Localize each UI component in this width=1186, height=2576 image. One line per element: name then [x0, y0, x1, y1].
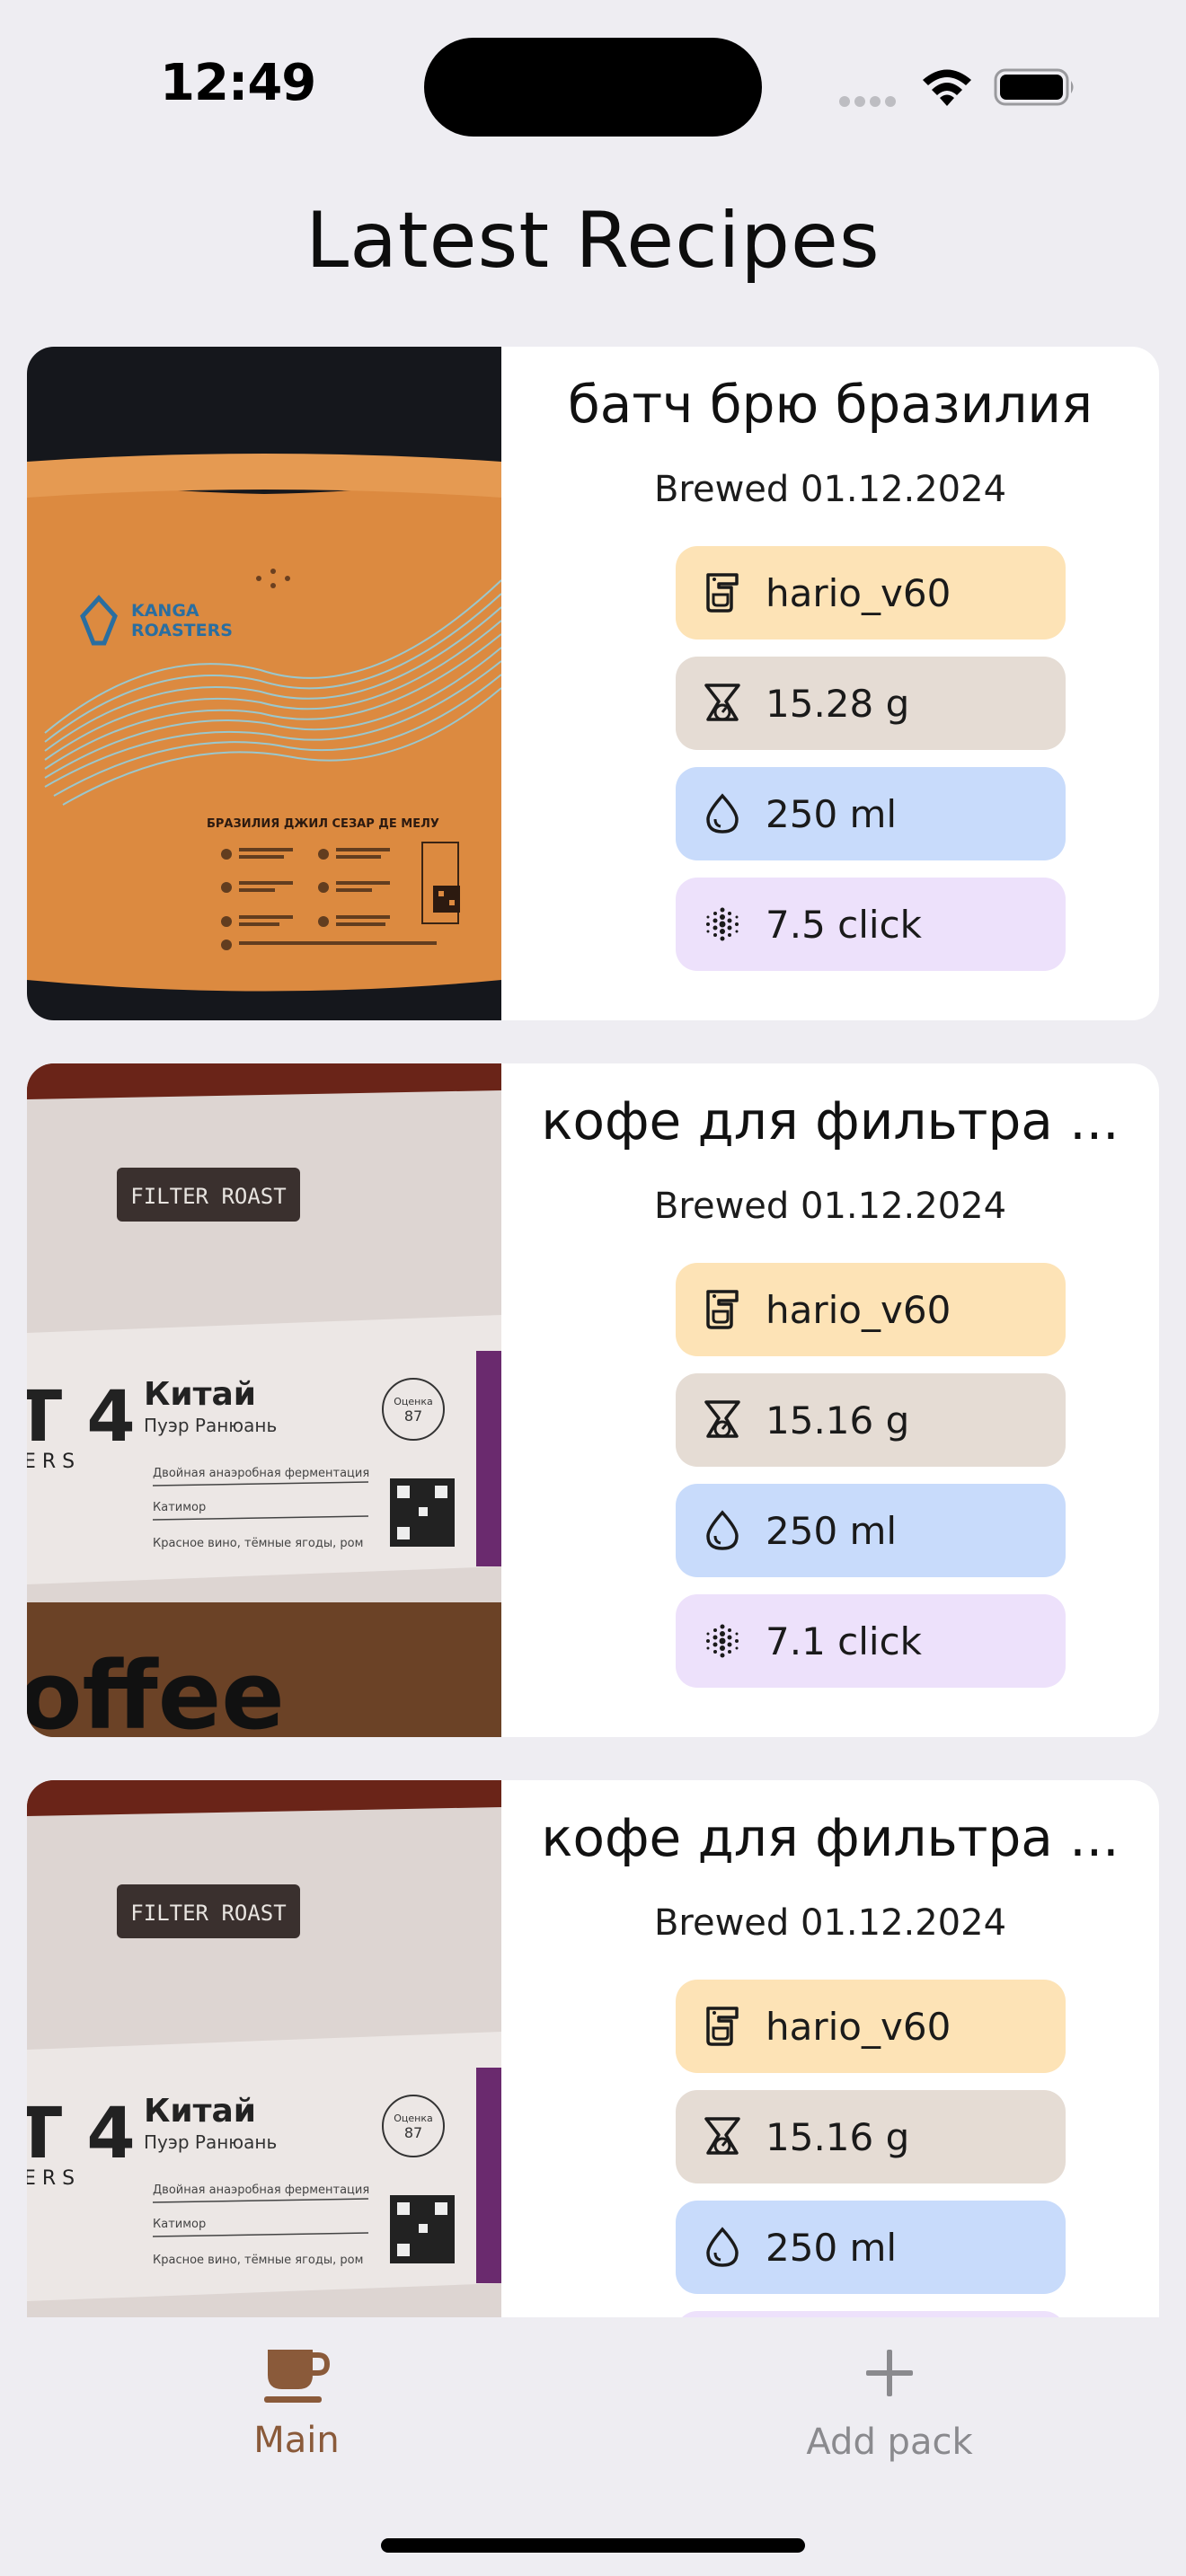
svg-text:87: 87	[404, 1407, 422, 1425]
svg-text:Двойная анаэробная ферментация: Двойная анаэробная ферментация	[153, 2183, 369, 2197]
bag-big-text: offee	[27, 1641, 285, 1737]
grind-label: 7.5 click	[766, 902, 922, 947]
grind-dots-icon	[706, 907, 739, 941]
dose-chip: 15.28 g	[676, 657, 1066, 750]
water-drop-icon	[706, 2227, 739, 2267]
scale-icon	[704, 1400, 740, 1438]
recipe-card[interactable]: FILTER ROAST T 4 E R S Китай Пуэр Ранюан…	[27, 1063, 1159, 1737]
tab-bar: Main Add pack	[0, 2317, 1186, 2576]
brewer-chip: hario_v60	[676, 1980, 1066, 2073]
svg-text:ROASTERS: ROASTERS	[131, 621, 233, 640]
bag-brand-text: KANGA	[131, 601, 199, 621]
bag-tag-text: FILTER ROAST	[130, 1184, 286, 1209]
recipe-title: кофе для фильтра ...	[541, 1807, 1120, 1868]
recipe-title: батч брю бразилия	[568, 374, 1093, 435]
grind-label: 7.1 click	[766, 1619, 922, 1663]
svg-text:Оценка: Оценка	[394, 2113, 433, 2124]
water-label: 250 ml	[766, 1508, 898, 1553]
water-drop-icon	[706, 1510, 739, 1550]
svg-text:Катимор: Катимор	[153, 1501, 206, 1514]
plus-icon	[866, 2350, 913, 2396]
water-chip: 250 ml	[676, 2201, 1066, 2294]
dose-label: 15.28 g	[766, 681, 910, 726]
dose-label: 15.16 g	[766, 2114, 910, 2159]
recipe-card[interactable]: KANGA ROASTERS БРАЗИЛИЯ ДЖИЛ СЕЗАР ДЕ МЕ…	[27, 347, 1159, 1020]
water-chip: 250 ml	[676, 1484, 1066, 1577]
brewer-chip: hario_v60	[676, 1263, 1066, 1356]
scale-icon	[704, 684, 740, 721]
brew-date: Brewed 01.12.2024	[653, 1186, 1007, 1227]
dose-label: 15.16 g	[766, 1398, 910, 1442]
cellular-signal-icon	[839, 93, 900, 110]
water-chip: 250 ml	[676, 767, 1066, 860]
water-label: 250 ml	[766, 791, 898, 836]
tab-add-pack[interactable]: Add pack	[710, 2344, 1069, 2463]
brew-date: Brewed 01.12.2024	[653, 1902, 1007, 1944]
svg-text:Катимор: Катимор	[153, 2218, 206, 2231]
water-label: 250 ml	[766, 2225, 898, 2270]
svg-text:Оценка: Оценка	[394, 1396, 433, 1407]
brewer-label: hario_v60	[766, 2004, 951, 2049]
svg-text:E R S: E R S	[27, 2167, 75, 2190]
tab-main[interactable]: Main	[117, 2344, 476, 2461]
recipe-card-body: батч брю бразилия Brewed 01.12.2024 hari…	[501, 347, 1159, 1020]
scale-icon	[704, 2117, 740, 2155]
svg-text:Пуэр Ранюань: Пуэр Ранюань	[144, 2131, 277, 2153]
bag-origin-text: Китай	[144, 2093, 256, 2130]
svg-text:T 4: T 4	[27, 1377, 136, 1458]
grind-dots-icon	[706, 1624, 739, 1658]
status-bar: 12:49	[0, 0, 1186, 171]
recipe-feed[interactable]: KANGA ROASTERS БРАЗИЛИЯ ДЖИЛ СЕЗАР ДЕ МЕ…	[0, 347, 1186, 2317]
grind-chip: 7.1 click	[676, 1594, 1066, 1688]
coffee-bag-photo: FILTER ROAST T 4 E R S Китай Пуэр Ранюан…	[27, 1063, 501, 1737]
svg-text:87: 87	[404, 2124, 422, 2141]
wifi-icon	[923, 69, 971, 106]
grind-chip	[676, 2311, 1066, 2317]
recipe-title: кофе для фильтра ...	[541, 1090, 1120, 1151]
recipe-card-body: кофе для фильтра ... Brewed 01.12.2024 h…	[501, 1780, 1159, 2317]
svg-text:Красное вино, тёмные ягоды, ро: Красное вино, тёмные ягоды, ром	[153, 2254, 363, 2267]
svg-text:Красное вино, тёмные ягоды, ро: Красное вино, тёмные ягоды, ром	[153, 1537, 363, 1550]
brewer-chip: hario_v60	[676, 546, 1066, 640]
bag-origin-text: Китай	[144, 1376, 256, 1413]
brewer-label: hario_v60	[766, 1287, 951, 1332]
recipe-card-body: кофе для фильтра ... Brewed 01.12.2024 h…	[501, 1063, 1159, 1737]
coffee-maker-icon	[706, 573, 739, 613]
dynamic-island	[424, 38, 762, 137]
battery-icon	[994, 68, 1074, 106]
tab-add-label: Add pack	[806, 2422, 973, 2463]
grind-chip: 7.5 click	[676, 878, 1066, 971]
coffee-bag-photo: KANGA ROASTERS БРАЗИЛИЯ ДЖИЛ СЕЗАР ДЕ МЕ…	[27, 347, 501, 1020]
brew-date: Brewed 01.12.2024	[653, 469, 1007, 510]
coffee-maker-icon	[706, 1290, 739, 1329]
water-drop-icon	[706, 793, 739, 834]
brewer-label: hario_v60	[766, 570, 951, 615]
status-time: 12:49	[160, 54, 316, 112]
bag-label-text: БРАЗИЛИЯ ДЖИЛ СЕЗАР ДЕ МЕЛУ	[207, 817, 439, 831]
coffee-bag-photo: FILTER ROAST T 4 E R S Китай Пуэр Ранюан…	[27, 1780, 501, 2317]
tab-main-label: Main	[253, 2420, 340, 2461]
recipe-card[interactable]: FILTER ROAST T 4 E R S Китай Пуэр Ранюан…	[27, 1780, 1159, 2317]
svg-text:E R S: E R S	[27, 1451, 75, 1473]
dose-chip: 15.16 g	[676, 2090, 1066, 2183]
svg-text:T 4: T 4	[27, 2094, 136, 2175]
svg-text:Пуэр Ранюань: Пуэр Ранюань	[144, 1415, 277, 1436]
bag-tag-text: FILTER ROAST	[130, 1901, 286, 1926]
svg-text:Двойная анаэробная ферментация: Двойная анаэробная ферментация	[153, 1467, 369, 1480]
home-indicator[interactable]	[381, 2538, 805, 2553]
dose-chip: 15.16 g	[676, 1373, 1066, 1467]
page-title: Latest Recipes	[305, 196, 881, 286]
coffee-maker-icon	[706, 2007, 739, 2046]
coffee-cup-icon	[264, 2350, 331, 2403]
